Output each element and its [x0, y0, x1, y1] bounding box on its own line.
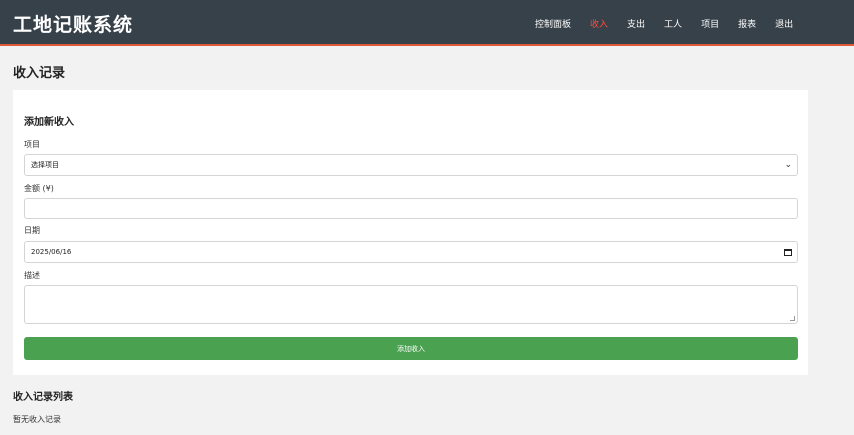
app-title: 工地记账系统: [13, 14, 134, 36]
project-label: 项目: [24, 140, 40, 149]
nav-item-reports[interactable]: 报表: [738, 17, 756, 30]
nav-item-logout[interactable]: 退出: [775, 17, 793, 30]
page-title: 收入记录: [13, 66, 66, 81]
add-income-button[interactable]: 添加收入: [24, 337, 798, 360]
top-navbar: 工地记账系统 控制面板 收入 支出 工人 项目 报表 退出: [0, 0, 854, 46]
nav-item-workers[interactable]: 工人: [664, 17, 682, 30]
nav-item-expense[interactable]: 支出: [627, 17, 645, 30]
amount-label: 金额 (¥): [24, 184, 54, 193]
nav-item-income[interactable]: 收入: [590, 17, 608, 30]
resize-grip-icon[interactable]: [790, 316, 795, 321]
add-income-card: 添加新收入 项目 选择项目 ⌄ 金额 (¥) 日期 2025/06/16 描述 …: [13, 90, 808, 375]
project-select[interactable]: 选择项目 ⌄: [24, 154, 798, 176]
nav-item-dashboard[interactable]: 控制面板: [535, 17, 571, 30]
date-label: 日期: [24, 226, 40, 235]
amount-input[interactable]: [24, 198, 798, 219]
main-nav: 控制面板 收入 支出 工人 项目 报表 退出: [535, 17, 812, 30]
chevron-down-icon: ⌄: [784, 160, 792, 170]
date-input-value: 2025/06/16: [31, 248, 72, 256]
date-input[interactable]: 2025/06/16: [24, 241, 798, 263]
project-select-value: 选择项目: [31, 161, 59, 169]
description-textarea[interactable]: [24, 285, 798, 324]
calendar-icon[interactable]: [784, 249, 792, 256]
form-title: 添加新收入: [24, 117, 74, 128]
income-list-title: 收入记录列表: [13, 392, 73, 403]
description-label: 描述: [24, 271, 40, 280]
empty-state-text: 暂无收入记录: [13, 415, 61, 424]
nav-item-projects[interactable]: 项目: [701, 17, 719, 30]
